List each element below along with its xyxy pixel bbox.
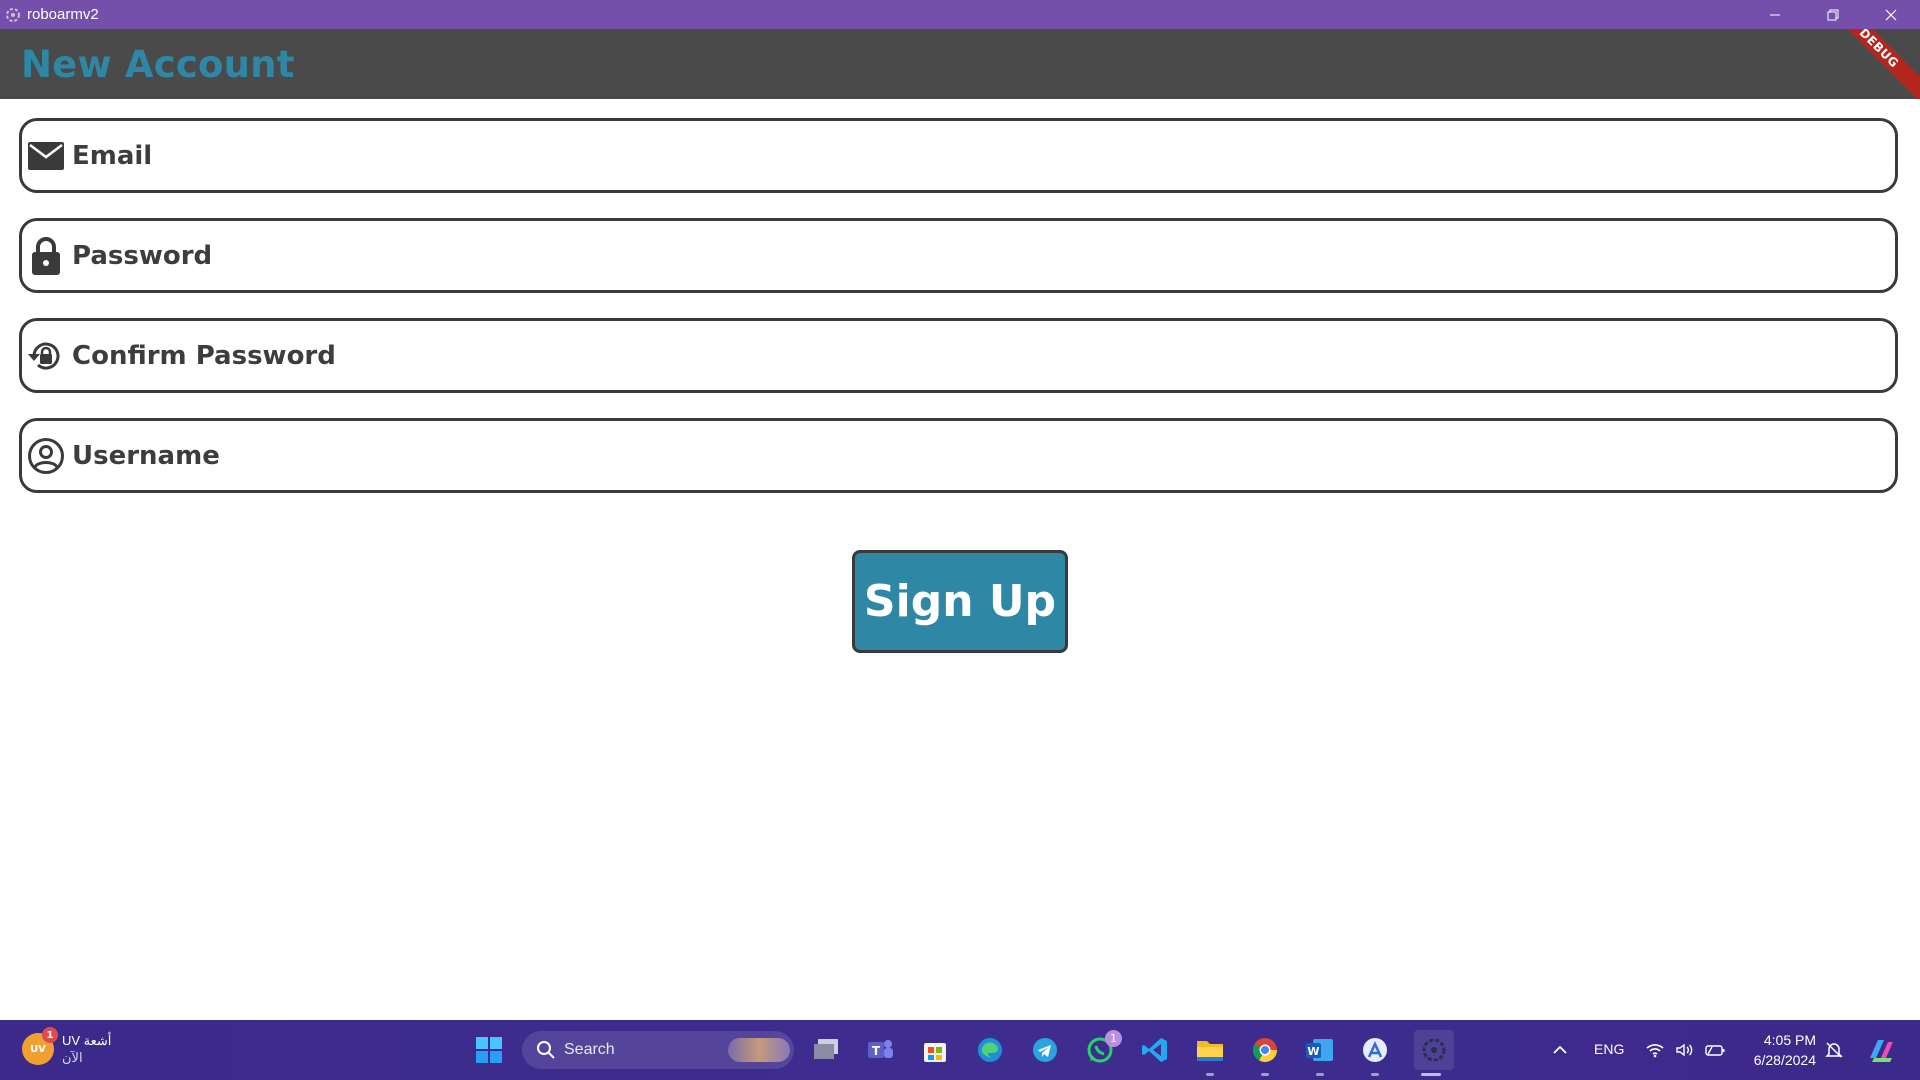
weather-widget[interactable]: UV 1 UV أشعة الآن — [22, 1027, 112, 1066]
windows-icon — [476, 1037, 502, 1063]
password-field[interactable]: Password — [19, 218, 1898, 293]
taskbar: UV 1 UV أشعة الآن Search T 1 W ENG 4:05 … — [0, 1020, 1920, 1080]
task-view-icon[interactable] — [810, 1034, 842, 1066]
start-button[interactable] — [473, 1034, 505, 1066]
email-label: Email — [72, 140, 153, 171]
email-icon — [26, 136, 66, 176]
whatsapp-badge: 1 — [1105, 1030, 1122, 1047]
volume-icon[interactable] — [1672, 1034, 1698, 1066]
word-icon[interactable]: W — [1304, 1034, 1336, 1066]
window-controls — [1746, 0, 1920, 29]
search-highlight-image — [728, 1038, 790, 1062]
password-label: Password — [72, 240, 213, 271]
close-icon — [1885, 9, 1897, 20]
weather-title: UV أشعة — [62, 1033, 112, 1048]
whatsapp-icon[interactable]: 1 — [1084, 1030, 1122, 1066]
copilot-icon[interactable] — [1864, 1034, 1898, 1066]
roboarm-app-icon[interactable] — [1414, 1030, 1454, 1070]
app-store-icon[interactable] — [1359, 1034, 1391, 1066]
wifi-icon[interactable] — [1642, 1034, 1668, 1066]
search-icon — [537, 1041, 555, 1059]
teams-icon[interactable]: T — [864, 1034, 896, 1066]
weather-subtitle: الآن — [62, 1050, 83, 1065]
page-title: New Account — [21, 43, 295, 86]
search-label: Search — [564, 1041, 615, 1058]
taskbar-clock[interactable]: 4:05 PM 6/28/2024 — [1754, 1030, 1816, 1070]
svg-text:W: W — [1307, 1045, 1319, 1058]
sign-up-button[interactable]: Sign Up — [852, 550, 1068, 653]
uv-weather-icon: UV 1 — [22, 1027, 58, 1065]
window-title: roboarmv2 — [27, 6, 99, 23]
chrome-icon[interactable] — [1249, 1034, 1281, 1066]
clock-time: 4:05 PM — [1763, 1032, 1816, 1048]
username-field[interactable]: Username — [19, 418, 1898, 493]
restore-icon — [1827, 9, 1839, 20]
taskbar-search[interactable]: Search — [522, 1031, 794, 1069]
file-explorer-icon[interactable] — [1194, 1034, 1226, 1066]
running-indicator — [1206, 1073, 1214, 1076]
confirm-password-label: Confirm Password — [72, 340, 336, 371]
debug-banner: DEBUG — [1819, 29, 1920, 99]
lock-reset-icon — [26, 336, 66, 376]
language-indicator[interactable]: ENG — [1594, 1041, 1624, 1057]
vscode-icon[interactable] — [1139, 1034, 1171, 1066]
running-indicator — [1261, 1073, 1269, 1076]
username-label: Username — [72, 440, 220, 471]
chevron-up-icon[interactable] — [1546, 1034, 1574, 1066]
telegram-icon[interactable] — [1029, 1034, 1061, 1066]
minimize-icon — [1770, 14, 1780, 15]
active-indicator — [1421, 1073, 1441, 1076]
app-icon — [4, 6, 22, 24]
confirm-password-field[interactable]: Confirm Password — [19, 318, 1898, 393]
battery-icon[interactable] — [1702, 1034, 1728, 1066]
clock-date: 6/28/2024 — [1753, 1052, 1816, 1068]
close-button[interactable] — [1862, 0, 1920, 29]
uv-icon-text: UV — [30, 1043, 46, 1055]
minimize-button[interactable] — [1746, 0, 1804, 29]
window-titlebar: roboarmv2 — [0, 0, 1920, 29]
app-bar: New Account DEBUG — [0, 29, 1920, 99]
account-circle-icon — [26, 436, 66, 476]
weather-badge: 1 — [42, 1027, 58, 1043]
notification-bell-icon[interactable] — [1820, 1034, 1848, 1066]
store-icon[interactable] — [919, 1034, 951, 1066]
lock-icon — [26, 236, 66, 276]
svg-text:T: T — [872, 1044, 881, 1058]
running-indicator — [1371, 1073, 1379, 1076]
edge-icon[interactable] — [974, 1034, 1006, 1066]
restore-button[interactable] — [1804, 0, 1862, 29]
email-field[interactable]: Email — [19, 118, 1898, 193]
running-indicator — [1316, 1073, 1324, 1076]
